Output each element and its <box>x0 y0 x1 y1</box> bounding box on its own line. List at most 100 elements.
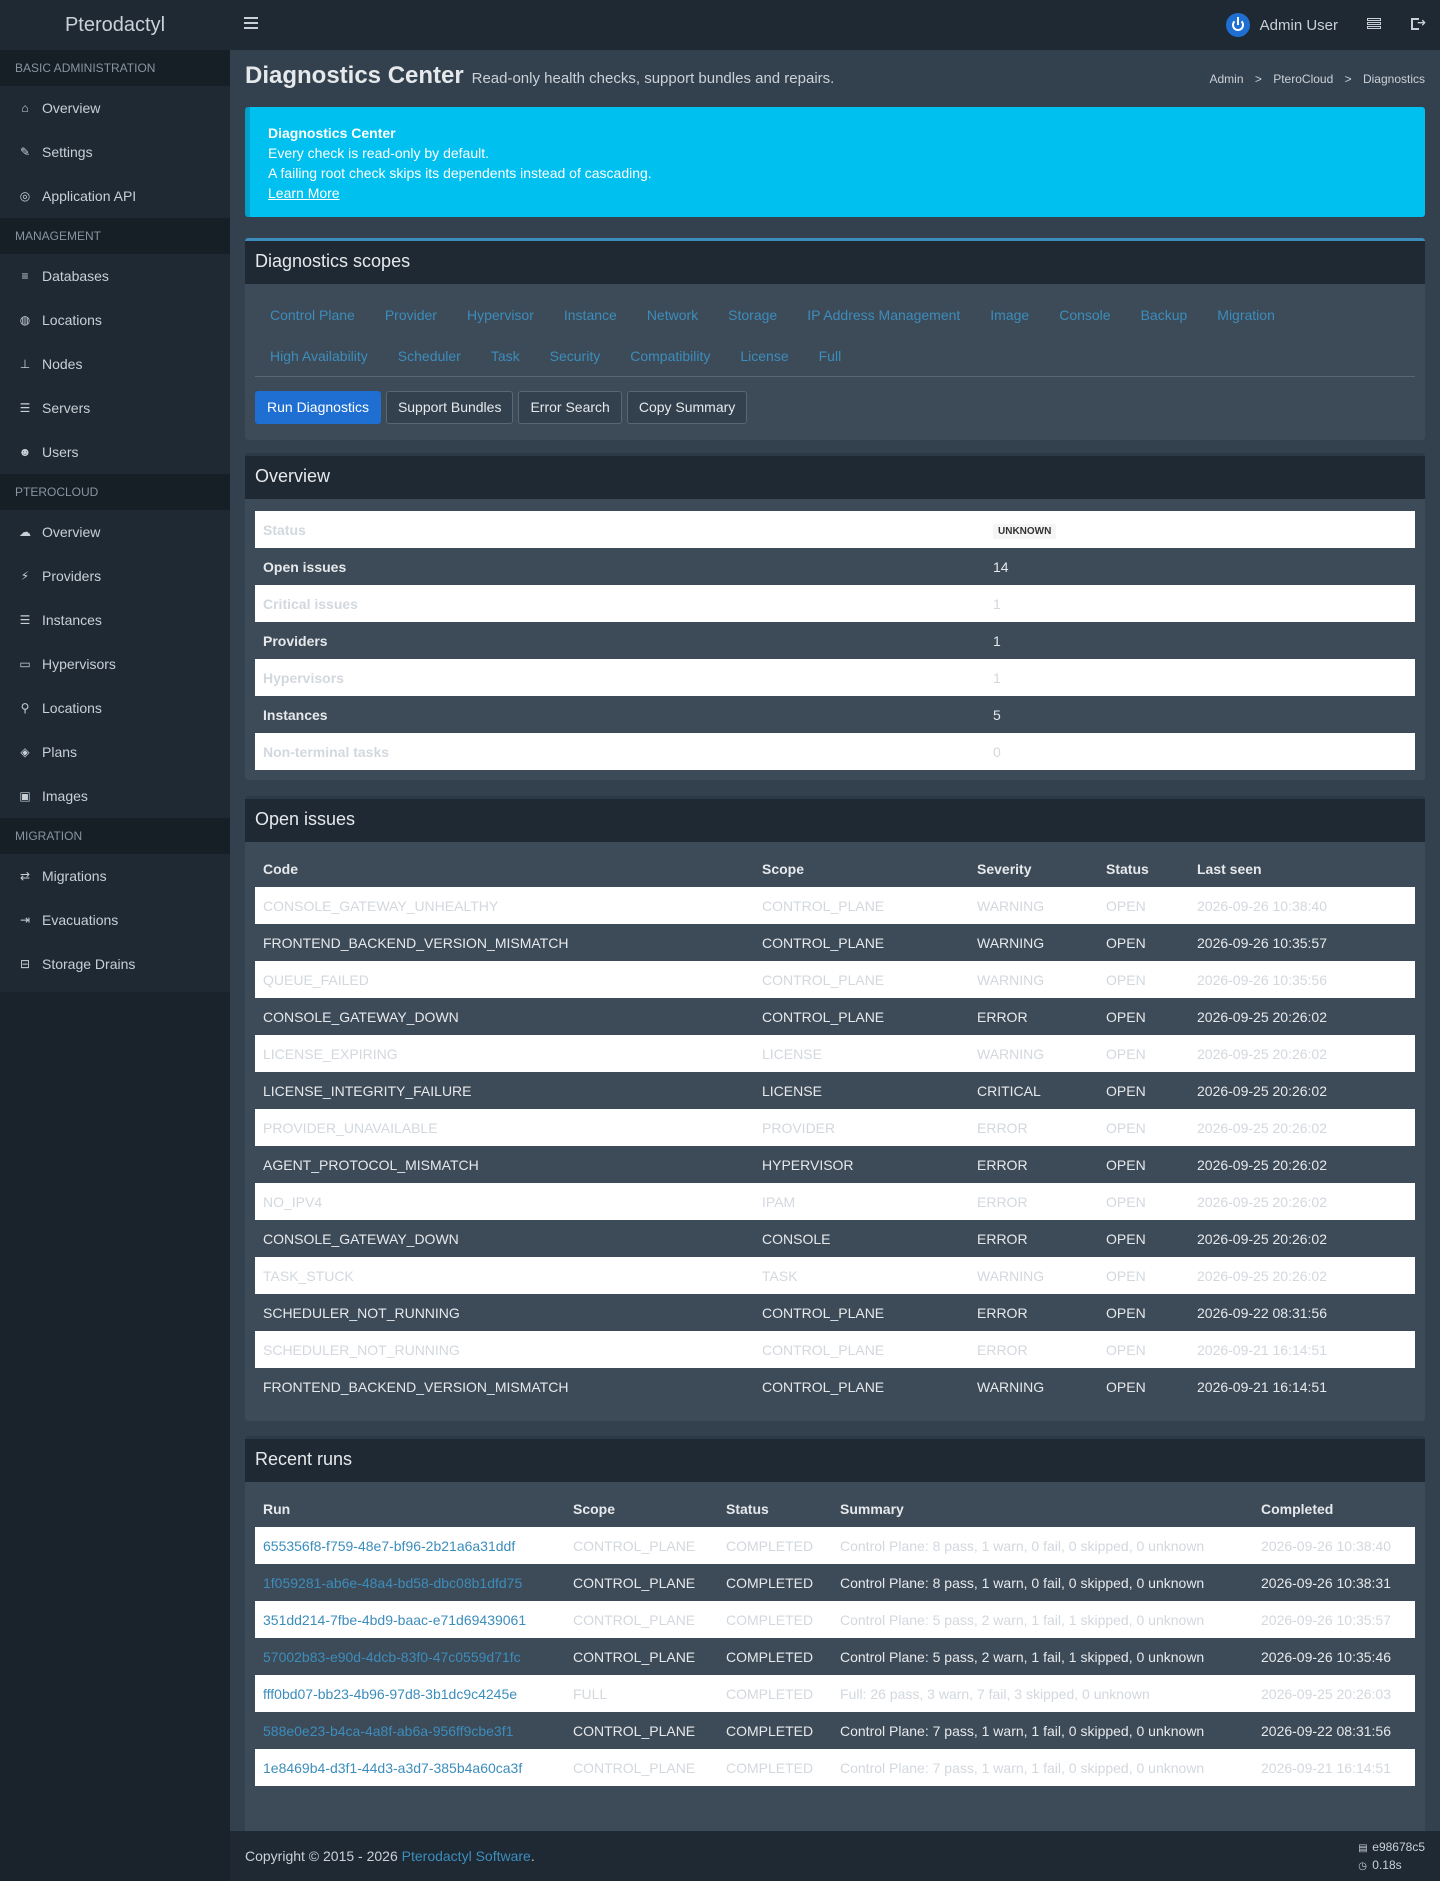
sidebar-item-overview[interactable]: ☁ Overview <box>0 510 230 554</box>
tab-scheduler[interactable]: Scheduler <box>383 348 476 364</box>
sidebar-item-locations[interactable]: ◍ Locations <box>0 298 230 342</box>
sidebar-item-storage-drains[interactable]: ⊟ Storage Drains <box>0 942 230 986</box>
sidebar-item-servers[interactable]: ☰ Servers <box>0 386 230 430</box>
scope-tab-row: High Availability Scheduler Task Security Co… <box>255 335 1415 376</box>
sidebar-item-hypervisors[interactable]: ▭ Hypervisors <box>0 642 230 686</box>
sidebar-item-instances[interactable]: ☰ Instances <box>0 598 230 642</box>
tab-migration[interactable]: Migration <box>1202 307 1290 323</box>
cell-scope: CONTROL_PLANE <box>573 1648 696 1665</box>
cell-code: LICENSE_EXPIRING <box>255 1035 754 1072</box>
tab-hypervisor[interactable]: Hypervisor <box>452 307 549 323</box>
tab-storage[interactable]: Storage <box>713 307 792 323</box>
breadcrumb-diagnostics: Diagnostics <box>1362 72 1425 86</box>
column-header-last-seen[interactable]: Last seen <box>1189 850 1415 887</box>
cell-code: TASK_STUCK <box>255 1257 754 1294</box>
tab-ip-address-management[interactable]: IP Address Management <box>792 307 975 323</box>
tab-image[interactable]: Image <box>975 307 1044 323</box>
tab-instance[interactable]: Instance <box>549 307 632 323</box>
run-link[interactable]: fff0bd07-bb23-4b96-97d8-3b1dc9c4245e <box>263 1686 517 1702</box>
sidebar-item-settings[interactable]: ✎ Settings <box>0 130 230 174</box>
cell-severity: WARNING <box>969 961 1098 998</box>
cell-status: OPEN <box>1098 887 1189 924</box>
status-badge: UNKNOWN <box>993 523 1057 539</box>
app-logo[interactable]: Pterodactyl <box>0 0 230 50</box>
sidebar-item-evacuations[interactable]: ⇥ Evacuations <box>0 898 230 942</box>
callout-title: Diagnostics Center <box>268 125 396 141</box>
cell-status: OPEN <box>1106 1378 1146 1395</box>
run-diagnostics-button[interactable]: Run Diagnostics <box>255 391 381 424</box>
overview-value: 0 <box>993 743 1001 760</box>
run-link[interactable]: 351dd214-7fbe-4bd9-baac-e71d69439061 <box>263 1612 526 1628</box>
column-header-summary[interactable]: Summary <box>832 1490 1253 1527</box>
sidebar-item-label: Users <box>42 444 79 460</box>
column-header-scope[interactable]: Scope <box>565 1490 718 1527</box>
server-icon: ☰ <box>19 401 31 415</box>
tab-provider[interactable]: Provider <box>370 307 452 323</box>
column-header-scope[interactable]: Scope <box>754 850 969 887</box>
logout-icon[interactable] <box>1411 16 1426 30</box>
sidebar-item-locations[interactable]: ⚲ Locations <box>0 686 230 730</box>
cell-status: OPEN <box>1106 1304 1146 1321</box>
sidebar-item-migrations[interactable]: ⇄ Migrations <box>0 854 230 898</box>
exchange-icon: ⇄ <box>19 869 31 883</box>
open-issues-title: Open issues <box>245 799 1425 842</box>
tab-security[interactable]: Security <box>535 348 616 364</box>
error-search-button[interactable]: Error Search <box>518 391 622 424</box>
sidebar-item-images[interactable]: ▣ Images <box>0 774 230 818</box>
run-link[interactable]: 655356f8-f759-48e7-bf96-2b21a6a31ddf <box>263 1538 515 1554</box>
cell-severity: ERROR <box>977 1230 1028 1247</box>
overview-title: Overview <box>245 456 1425 499</box>
column-header-completed[interactable]: Completed <box>1253 1490 1415 1527</box>
cell-completed: 2026-09-26 10:38:40 <box>1253 1527 1415 1564</box>
sidebar-item-label: Migrations <box>42 868 107 884</box>
sidebar-item-nodes[interactable]: ⊥ Nodes <box>0 342 230 386</box>
run-link[interactable]: 1e8469b4-d3f1-44d3-a3d7-385b4a60ca3f <box>263 1760 522 1776</box>
tab-control-plane[interactable]: Control Plane <box>255 307 370 323</box>
tab-full[interactable]: Full <box>804 348 857 364</box>
cube-icon: ◈ <box>20 745 30 759</box>
learn-more-link[interactable]: Learn More <box>268 185 340 201</box>
tab-license[interactable]: License <box>725 348 803 364</box>
sidebar-item-overview[interactable]: ⌂ Overview <box>0 86 230 130</box>
pterodactyl-link[interactable]: Pterodactyl Software <box>402 1848 531 1864</box>
sidebar-item-label: Overview <box>42 524 101 540</box>
server-list-icon[interactable] <box>1367 18 1381 30</box>
user-menu[interactable]: Admin User <box>1225 12 1338 38</box>
run-link[interactable]: 1f059281-ab6e-48a4-bd58-dbc08b1dfd75 <box>263 1575 522 1591</box>
sidebar-item-application-api[interactable]: ◎ Application API <box>0 174 230 218</box>
cell-run: 655356f8-f759-48e7-bf96-2b21a6a31ddf <box>255 1527 565 1564</box>
cell-last-seen: 2026-09-22 08:31:56 <box>1197 1304 1327 1321</box>
run-link[interactable]: 57002b83-e90d-4dcb-83f0-47c0559d71fc <box>263 1649 521 1665</box>
table-row: SCHEDULER_NOT_RUNNING CONTROL_PLANE ERROR O… <box>255 1331 1415 1368</box>
cell-scope: CONTROL_PLANE <box>565 1749 718 1786</box>
copy-summary-button[interactable]: Copy Summary <box>626 391 748 424</box>
tab-network[interactable]: Network <box>632 307 713 323</box>
sidebar-item-label: Application API <box>42 188 137 204</box>
tab-high-availability[interactable]: High Availability <box>255 348 383 364</box>
cell-code: NO_IPV4 <box>255 1183 754 1220</box>
tab-task[interactable]: Task <box>476 348 535 364</box>
support-bundles-button[interactable]: Support Bundles <box>385 391 514 424</box>
column-header-status[interactable]: Status <box>718 1490 832 1527</box>
column-header-code[interactable]: Code <box>255 850 754 887</box>
sidebar-toggle-icon[interactable] <box>244 17 258 29</box>
breadcrumb-admin[interactable]: Admin <box>1210 72 1244 86</box>
sidebar-item-plans[interactable]: ◈ Plans <box>0 730 230 774</box>
gamepad-icon: ◎ <box>19 189 31 203</box>
clock-icon: ◷ <box>1358 1861 1368 1872</box>
cloud-icon: ☁ <box>19 525 31 539</box>
sidebar-item-providers[interactable]: ⚡ Providers <box>0 554 230 598</box>
sidebar-item-users[interactable]: ☻ Users <box>0 430 230 474</box>
map-marker-icon: ⚲ <box>20 701 30 715</box>
column-header-run[interactable]: Run <box>255 1490 565 1527</box>
breadcrumb-pterocloud[interactable]: PteroCloud <box>1273 72 1333 86</box>
tab-backup[interactable]: Backup <box>1126 307 1203 323</box>
sidebar-item-databases[interactable]: ≡ Databases <box>0 254 230 298</box>
overview-value-cell: 14 <box>985 548 1415 585</box>
column-header-status[interactable]: Status <box>1098 850 1189 887</box>
tab-compatibility[interactable]: Compatibility <box>615 348 725 364</box>
column-header-severity[interactable]: Severity <box>969 850 1098 887</box>
run-link[interactable]: 588e0e23-b4ca-4a8f-ab6a-956ff9cbe3f1 <box>263 1723 513 1739</box>
cell-completed: 2026-09-21 16:14:51 <box>1253 1749 1415 1786</box>
tab-console[interactable]: Console <box>1044 307 1125 323</box>
